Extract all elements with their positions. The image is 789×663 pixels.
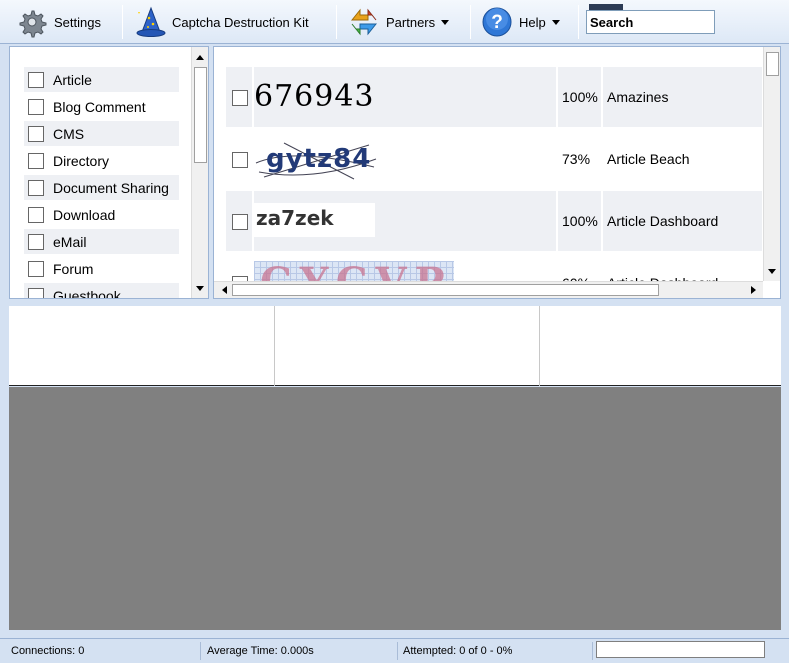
checkbox[interactable]: [28, 179, 44, 196]
category-label: Directory: [53, 152, 110, 169]
settings-button[interactable]: Settings: [16, 4, 101, 40]
category-list: Article Blog Comment CMS Directory Docum…: [9, 46, 209, 299]
checkbox[interactable]: [28, 287, 44, 298]
status-separator: [592, 642, 593, 660]
table-row[interactable]: gytz84 73% Article Beach: [226, 129, 762, 189]
captcha-destruction-kit-button[interactable]: Captcha Destruction Kit: [134, 4, 309, 40]
category-label: Guestbook: [53, 287, 121, 299]
toolbar: Settings Captcha Destruction Kit Partner…: [0, 0, 789, 44]
help-button[interactable]: ? Help: [481, 4, 560, 40]
toolbar-separator: [470, 5, 471, 39]
scroll-left-icon[interactable]: [216, 282, 232, 298]
svg-text:?: ?: [491, 12, 503, 33]
connections-status: Connections: 0: [11, 645, 85, 657]
checkbox[interactable]: [28, 233, 44, 250]
chevron-down-icon: [551, 19, 560, 25]
captcha-list: 676943 100% Amazines gytz84 73% Article …: [213, 46, 781, 299]
category-label: Forum: [53, 260, 94, 277]
category-label: CMS: [53, 125, 85, 142]
category-label: Blog Comment: [53, 98, 146, 115]
gear-icon: [16, 6, 48, 38]
captcha-site: Article Beach: [607, 151, 690, 167]
toolbar-separator: [336, 5, 337, 39]
help-label: Help: [519, 14, 546, 30]
captcha-image: gytz84: [254, 137, 379, 181]
list-item[interactable]: Directory: [24, 148, 179, 173]
partners-button[interactable]: Partners: [348, 4, 450, 40]
captcha-destruction-kit-label: Captcha Destruction Kit: [172, 14, 309, 30]
checkbox[interactable]: [28, 260, 44, 277]
checkbox[interactable]: [28, 125, 44, 142]
chevron-down-icon: [441, 19, 450, 25]
checkbox[interactable]: [232, 214, 248, 230]
list-item[interactable]: eMail: [24, 229, 179, 254]
captcha-image: 676943: [254, 79, 375, 114]
status-separator: [200, 642, 201, 660]
captcha-percent: 100%: [562, 89, 598, 105]
list-item[interactable]: Document Sharing: [24, 175, 179, 200]
category-label: eMail: [53, 233, 87, 250]
preview-area: [9, 387, 781, 630]
stats-column: [275, 306, 540, 386]
list-item[interactable]: CMS: [24, 121, 179, 146]
checkbox[interactable]: [28, 206, 44, 223]
category-label: Article: [53, 71, 92, 88]
list-item[interactable]: Download: [24, 202, 179, 227]
stats-panel: [9, 306, 781, 386]
checkbox[interactable]: [28, 152, 44, 169]
wizard-hat-icon: [134, 6, 166, 38]
scroll-down-icon[interactable]: [192, 280, 208, 296]
captcha-percent: 73%: [562, 151, 591, 167]
table-row[interactable]: za7zek 100% Article Dashboard: [226, 191, 762, 251]
category-label: Document Sharing: [53, 179, 169, 196]
partners-arrows-icon: [348, 6, 380, 38]
scroll-right-icon[interactable]: [745, 282, 761, 298]
search-input[interactable]: [586, 10, 715, 34]
status-separator: [397, 642, 398, 660]
list-item[interactable]: Guestbook: [24, 283, 179, 299]
checkbox[interactable]: [28, 98, 44, 115]
list-item[interactable]: Article: [24, 67, 179, 92]
average-time-status: Average Time: 0.000s: [207, 645, 314, 657]
partners-label: Partners: [386, 14, 436, 30]
help-question-icon: ?: [481, 6, 513, 38]
category-label: Download: [53, 206, 116, 223]
captcha-percent: 100%: [562, 213, 598, 229]
toolbar-separator: [122, 5, 123, 39]
stats-column: [540, 306, 781, 386]
progress-bar: [596, 641, 765, 658]
list-item[interactable]: Blog Comment: [24, 94, 179, 119]
horizontal-scrollbar[interactable]: [214, 281, 763, 298]
checkbox[interactable]: [232, 90, 248, 106]
captcha-image: za7zek: [254, 203, 375, 237]
checkbox[interactable]: [28, 71, 44, 88]
toolbar-separator: [578, 5, 579, 39]
scrollbar-thumb[interactable]: [232, 284, 659, 296]
scroll-down-icon[interactable]: [764, 263, 780, 279]
list-item[interactable]: Forum: [24, 256, 179, 281]
table-row[interactable]: 676943 100% Amazines: [226, 67, 762, 127]
checkbox[interactable]: [232, 152, 248, 168]
vertical-scrollbar[interactable]: [763, 47, 780, 281]
scroll-up-icon[interactable]: [192, 49, 208, 65]
scrollbar-thumb[interactable]: [766, 52, 779, 76]
status-bar: Connections: 0 Average Time: 0.000s Atte…: [0, 638, 789, 663]
captcha-site: Amazines: [607, 89, 669, 105]
captcha-site: Article Dashboard: [607, 213, 719, 229]
attempted-status: Attempted: 0 of 0 - 0%: [403, 645, 513, 657]
scrollbar-thumb[interactable]: [194, 67, 207, 163]
settings-label: Settings: [54, 14, 101, 30]
stats-column: [9, 306, 275, 386]
vertical-scrollbar[interactable]: [191, 47, 208, 298]
